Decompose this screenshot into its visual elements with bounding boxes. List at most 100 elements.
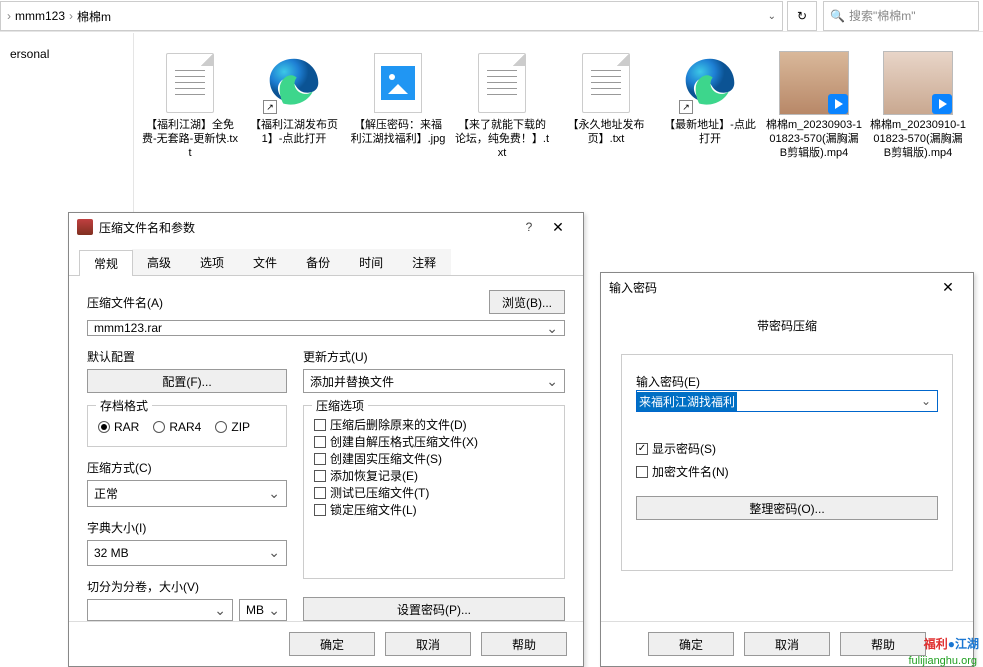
update-mode-label: 更新方式(U) — [303, 348, 565, 365]
video-thumbnail-icon — [779, 48, 849, 118]
opt-test[interactable]: 测试已压缩文件(T) — [314, 484, 554, 501]
opt-delete-after[interactable]: 压缩后删除原来的文件(D) — [314, 416, 554, 433]
tab-time[interactable]: 时间 — [344, 249, 398, 275]
dialog-title: 输入密码 — [609, 279, 657, 296]
cancel-button[interactable]: 取消 — [744, 632, 830, 656]
set-password-button[interactable]: 设置密码(P)... — [303, 597, 565, 621]
jpg-file-icon — [363, 48, 433, 118]
file-label: 【永久地址发布页】.txt — [556, 118, 656, 146]
file-item[interactable]: 棉棉m_20230903-101823-570(漏胸漏B剪辑版).mp4 — [764, 48, 864, 160]
file-label: 棉棉m_20230903-101823-570(漏胸漏B剪辑版).mp4 — [764, 118, 864, 160]
shortcut-arrow-icon: ↗ — [679, 100, 693, 114]
file-label: 【福利江湖发布页1】-点此打开 — [244, 118, 344, 146]
split-unit-select[interactable]: MB — [239, 599, 287, 621]
file-label: 【解压密码：来福利江湖找福利】.jpg — [348, 118, 448, 146]
file-item[interactable]: 【福利江湖】全免费-无套路-更新快.txt — [140, 48, 240, 160]
file-item[interactable]: ↗ 【最新地址】-点此打开 — [660, 48, 760, 160]
file-item[interactable]: 【永久地址发布页】.txt — [556, 48, 656, 160]
shortcut-arrow-icon: ↗ — [263, 100, 277, 114]
ok-button[interactable]: 确定 — [289, 632, 375, 656]
txt-file-icon — [155, 48, 225, 118]
video-thumbnail-icon — [883, 48, 953, 118]
ok-button[interactable]: 确定 — [648, 632, 734, 656]
file-grid: 【福利江湖】全免费-无套路-更新快.txt ↗ 【福利江湖发布页1】-点此打开 … — [140, 48, 981, 160]
tab-comment[interactable]: 注释 — [397, 249, 451, 275]
close-icon[interactable]: ✕ — [931, 274, 965, 300]
format-rar-radio[interactable]: RAR — [98, 420, 139, 434]
dict-label: 字典大小(I) — [87, 519, 287, 536]
browse-button[interactable]: 浏览(B)... — [489, 290, 565, 314]
options-label: 压缩选项 — [312, 397, 368, 414]
archive-name-input[interactable]: mmm123.rar — [87, 320, 565, 336]
nav-item-personal[interactable]: ersonal — [0, 43, 133, 65]
address-bar: › mmm123 › 棉棉m ⌄ ↻ 🔍 搜索"棉棉m" — [0, 0, 983, 32]
breadcrumb-item[interactable]: mmm123 — [11, 9, 69, 23]
help-icon[interactable]: ? — [517, 220, 541, 234]
tab-backup[interactable]: 备份 — [291, 249, 345, 275]
file-item[interactable]: ↗ 【福利江湖发布页1】-点此打开 — [244, 48, 344, 160]
method-select[interactable]: 正常 — [87, 480, 287, 507]
password-input[interactable]: 来福利江湖找福利 — [636, 390, 938, 412]
opt-solid[interactable]: 创建固实压缩文件(S) — [314, 450, 554, 467]
help-button[interactable]: 帮助 — [840, 632, 926, 656]
password-header: 带密码压缩 — [621, 317, 953, 334]
dict-select[interactable]: 32 MB — [87, 540, 287, 567]
file-item[interactable]: 【解压密码：来福利江湖找福利】.jpg — [348, 48, 448, 160]
txt-file-icon — [467, 48, 537, 118]
file-label: 【来了就能下载的论坛，纯免费！】.txt — [452, 118, 552, 160]
dialog-title: 压缩文件名和参数 — [99, 219, 195, 236]
file-label: 棉棉m_20230910-101823-570(漏胸漏B剪辑版).mp4 — [868, 118, 968, 160]
dialog-titlebar[interactable]: 输入密码 ✕ — [601, 273, 973, 301]
close-icon[interactable]: ✕ — [541, 214, 575, 240]
search-placeholder: 搜索"棉棉m" — [849, 7, 916, 24]
help-button[interactable]: 帮助 — [481, 632, 567, 656]
password-input-label: 输入密码(E) — [636, 373, 938, 390]
opt-recovery[interactable]: 添加恢复记录(E) — [314, 467, 554, 484]
file-item[interactable]: 棉棉m_20230910-101823-570(漏胸漏B剪辑版).mp4 — [868, 48, 968, 160]
file-label: 【福利江湖】全免费-无套路-更新快.txt — [140, 118, 240, 160]
watermark-url: fulijianghu.org — [909, 655, 978, 667]
split-label: 切分为分卷，大小(V) — [87, 578, 287, 595]
format-rar4-radio[interactable]: RAR4 — [153, 420, 201, 434]
show-password-checkbox[interactable]: 显示密码(S) — [636, 440, 938, 457]
options-group: 压缩选项 压缩后删除原来的文件(D) 创建自解压格式压缩文件(X) 创建固实压缩… — [303, 405, 565, 579]
winrar-dialog: 压缩文件名和参数 ? ✕ 常规 高级 选项 文件 备份 时间 注释 压缩文件名(… — [68, 212, 584, 667]
edge-icon: ↗ — [259, 48, 329, 118]
dialog-footer: 确定 取消 帮助 — [69, 621, 583, 666]
opt-sfx[interactable]: 创建自解压格式压缩文件(X) — [314, 433, 554, 450]
format-zip-radio[interactable]: ZIP — [215, 420, 250, 434]
search-input[interactable]: 🔍 搜索"棉棉m" — [823, 1, 979, 31]
tab-advanced[interactable]: 高级 — [132, 249, 186, 275]
encrypt-names-checkbox[interactable]: 加密文件名(N) — [636, 463, 938, 480]
file-item[interactable]: 【来了就能下载的论坛，纯免费！】.txt — [452, 48, 552, 160]
password-group: 输入密码(E) 来福利江湖找福利 显示密码(S) 加密文件名(N) 整理密码(O… — [621, 354, 953, 571]
archive-name-label: 压缩文件名(A) — [87, 294, 481, 311]
format-group: 存档格式 RAR RAR4 ZIP — [87, 405, 287, 447]
search-icon: 🔍 — [830, 9, 845, 23]
update-mode-select[interactable]: 添加并替换文件 — [303, 369, 565, 393]
play-icon — [828, 94, 848, 114]
split-size-input[interactable] — [87, 599, 233, 621]
method-label: 压缩方式(C) — [87, 459, 287, 476]
tab-files[interactable]: 文件 — [238, 249, 292, 275]
edge-icon: ↗ — [675, 48, 745, 118]
profile-button[interactable]: 配置(F)... — [87, 369, 287, 393]
breadcrumb-item[interactable]: 棉棉m — [73, 8, 115, 25]
format-label: 存档格式 — [96, 397, 152, 414]
dialog-titlebar[interactable]: 压缩文件名和参数 ? ✕ — [69, 213, 583, 241]
refresh-button[interactable]: ↻ — [787, 1, 817, 31]
tab-general[interactable]: 常规 — [79, 250, 133, 276]
profile-label: 默认配置 — [87, 348, 287, 365]
password-dialog: 输入密码 ✕ 带密码压缩 输入密码(E) 来福利江湖找福利 显示密码(S) 加密… — [600, 272, 974, 667]
breadcrumb[interactable]: › mmm123 › 棉棉m ⌄ — [0, 1, 783, 31]
tab-options[interactable]: 选项 — [185, 249, 239, 275]
cancel-button[interactable]: 取消 — [385, 632, 471, 656]
opt-lock[interactable]: 锁定压缩文件(L) — [314, 501, 554, 518]
watermark: 福利●江湖 — [924, 632, 979, 653]
play-icon — [932, 94, 952, 114]
winrar-icon — [77, 219, 93, 235]
chevron-down-icon[interactable]: ⌄ — [768, 11, 776, 22]
txt-file-icon — [571, 48, 641, 118]
tab-bar: 常规 高级 选项 文件 备份 时间 注释 — [69, 241, 583, 276]
organize-passwords-button[interactable]: 整理密码(O)... — [636, 496, 938, 520]
